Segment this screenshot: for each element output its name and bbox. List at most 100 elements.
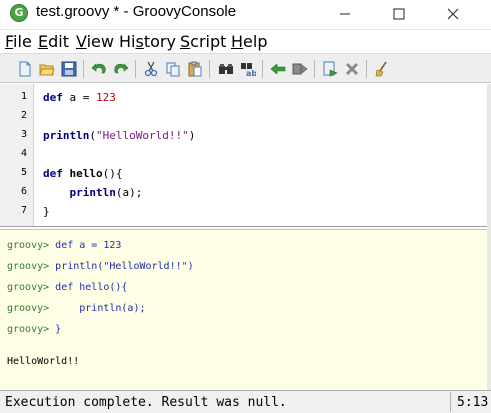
new-file-icon [19, 61, 31, 77]
code-string: "HelloWorld!!" [95, 129, 189, 142]
menu-edit-mnemonic: E [38, 32, 49, 51]
line-number: 1 [20, 91, 27, 102]
menu-history[interactable]: History [119, 32, 176, 51]
scrollbar-edge[interactable] [487, 84, 491, 390]
output-pane[interactable]: groovy> def a = 123 groovy> println("Hel… [0, 229, 491, 389]
output-prompt: groovy> [7, 324, 50, 335]
code-token: } [43, 205, 50, 218]
menu-view-rest: iew [86, 32, 114, 51]
open-button[interactable] [37, 59, 57, 79]
caret-position: 5:13 [457, 395, 489, 410]
output-result: HelloWorld!! [7, 356, 80, 367]
copy-button[interactable] [163, 59, 183, 79]
output-line: groovy> def a = 123 [7, 240, 121, 251]
save-button[interactable] [59, 59, 79, 79]
code-token: ) [188, 129, 196, 142]
minimize-button[interactable] [322, 0, 368, 28]
cut-icon [144, 61, 158, 77]
interrupt-button[interactable] [342, 59, 362, 79]
code-keyword: def [43, 91, 63, 104]
menu-script-mnemonic: S [180, 32, 191, 51]
code-number: 123 [96, 91, 116, 104]
output-echo: println(a); [49, 303, 146, 314]
interrupt-icon [345, 62, 359, 76]
redo-button[interactable] [111, 59, 131, 79]
clear-output-icon [375, 61, 387, 77]
next-history-icon [292, 63, 308, 75]
menu-edit[interactable]: Edit [38, 32, 69, 51]
undo-button[interactable] [89, 59, 109, 79]
output-prompt: groovy> [7, 303, 50, 314]
toolbar-separator [209, 60, 210, 78]
window-title: test.groovy * - GroovyConsole [36, 3, 237, 20]
menu-view[interactable]: View [76, 32, 114, 51]
paste-button[interactable] [185, 59, 205, 79]
line-number: 3 [20, 129, 27, 140]
menu-history-mnemonic: s [135, 32, 144, 51]
script-editor[interactable]: 1 2 3 4 5 6 7 def a = 123 println("Hello… [0, 84, 491, 227]
toolbar-separator [366, 60, 367, 78]
run-script-icon [323, 61, 338, 77]
code-token: ( [89, 129, 96, 142]
save-icon [61, 61, 77, 77]
caret-position-box: 5:13 [450, 392, 489, 412]
menu-file[interactable]: File [5, 32, 32, 51]
output-line: groovy> println("HelloWorld!!") [7, 261, 194, 272]
title-bar: G test.groovy * - GroovyConsole [0, 0, 491, 30]
menu-help[interactable]: Help [231, 32, 267, 51]
code-keyword: println [69, 186, 116, 199]
toolbar-separator [83, 60, 84, 78]
close-button[interactable] [430, 0, 476, 28]
code-keyword: println [43, 129, 90, 142]
output-line: groovy> println(a); [7, 303, 145, 314]
replace-button[interactable]: ab [238, 59, 258, 79]
menu-edit-rest: dit [48, 32, 69, 51]
copy-icon [166, 62, 180, 77]
output-echo: def hello(){ [49, 282, 128, 293]
menu-script-rest: cript [190, 32, 227, 51]
svg-text:ab: ab [246, 69, 256, 77]
maximize-icon [393, 8, 405, 20]
next-history-button[interactable] [290, 59, 310, 79]
line-number: 4 [20, 148, 27, 159]
previous-history-icon [270, 63, 286, 75]
menu-file-mnemonic: F [5, 32, 14, 51]
find-button[interactable] [216, 59, 236, 79]
menu-file-rest: ile [13, 32, 32, 51]
new-file-button[interactable] [15, 59, 35, 79]
menu-history-pre: Hi [119, 32, 136, 51]
code-line: println("HelloWorld!!") [43, 129, 195, 142]
menu-history-rest: tory [143, 32, 176, 51]
line-number: 7 [20, 205, 27, 216]
close-icon [447, 8, 459, 20]
line-number-gutter: 1 2 3 4 5 6 7 [0, 84, 34, 226]
run-script-button[interactable] [320, 59, 340, 79]
menu-view-mnemonic: V [76, 32, 87, 51]
code-line: } [43, 205, 50, 218]
status-message: Execution complete. Result was null. [5, 395, 287, 410]
menu-help-mnemonic: H [231, 32, 244, 51]
code-function-name: hello [69, 167, 103, 180]
toolbar-separator [135, 60, 136, 78]
cut-button[interactable] [141, 59, 161, 79]
menu-script[interactable]: Script [180, 32, 226, 51]
output-echo: } [49, 324, 62, 335]
output-echo: def a = 123 [49, 240, 122, 251]
code-token: ); [129, 186, 143, 199]
line-number: 6 [20, 186, 27, 197]
output-line: groovy> def hello(){ [7, 282, 127, 293]
toolbar: ab [0, 53, 491, 83]
output-prompt: groovy> [7, 240, 50, 251]
open-folder-icon [39, 64, 55, 76]
output-prompt: groovy> [7, 261, 50, 272]
redo-icon [114, 63, 129, 74]
previous-history-button[interactable] [268, 59, 288, 79]
clear-output-button[interactable] [372, 59, 392, 79]
maximize-button[interactable] [376, 0, 422, 28]
output-prompt: groovy> [7, 282, 50, 293]
code-token: (){ [102, 167, 123, 180]
code-line: println(a); [43, 186, 143, 199]
groovy-logo-icon: G [10, 4, 28, 22]
